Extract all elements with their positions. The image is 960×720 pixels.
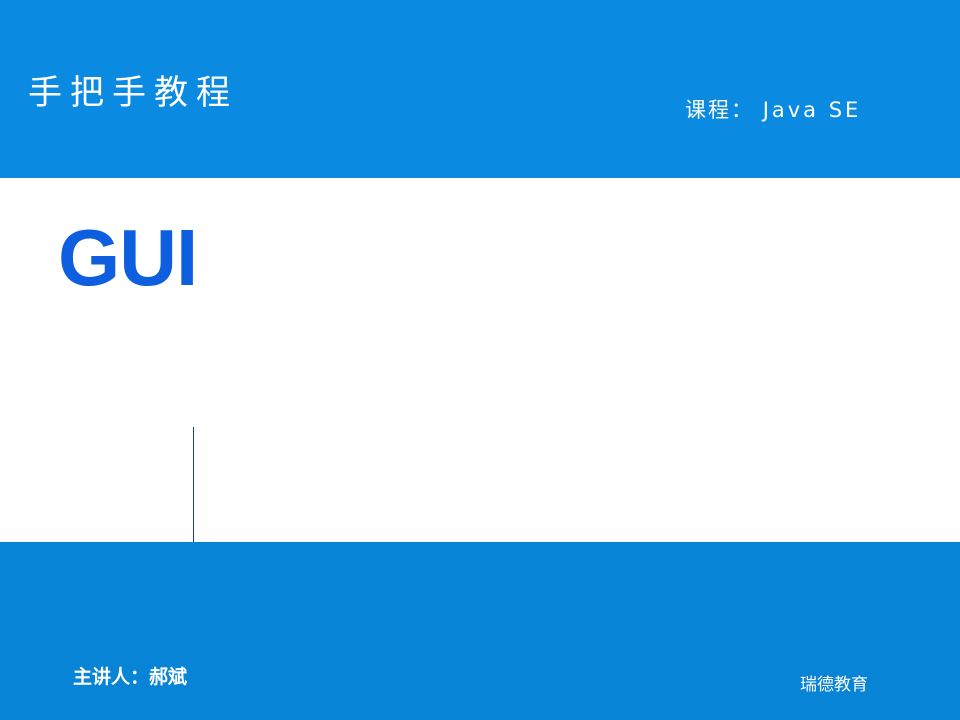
course-info: 课程： Java SE [685,100,861,121]
topic-title: GUI [58,213,198,302]
vertical-divider [193,427,194,542]
presenter-name: 主讲人：郝斌 [73,666,188,688]
organization-name: 瑞德教育 [800,675,868,695]
series-title: 手把手教程 [28,73,238,113]
course-name: Java SE [762,98,862,122]
title-slide: 手把手教程 课程： Java SE GUI 主讲人：郝斌 瑞德教育 [0,0,960,720]
course-label: 课程： [685,98,754,122]
